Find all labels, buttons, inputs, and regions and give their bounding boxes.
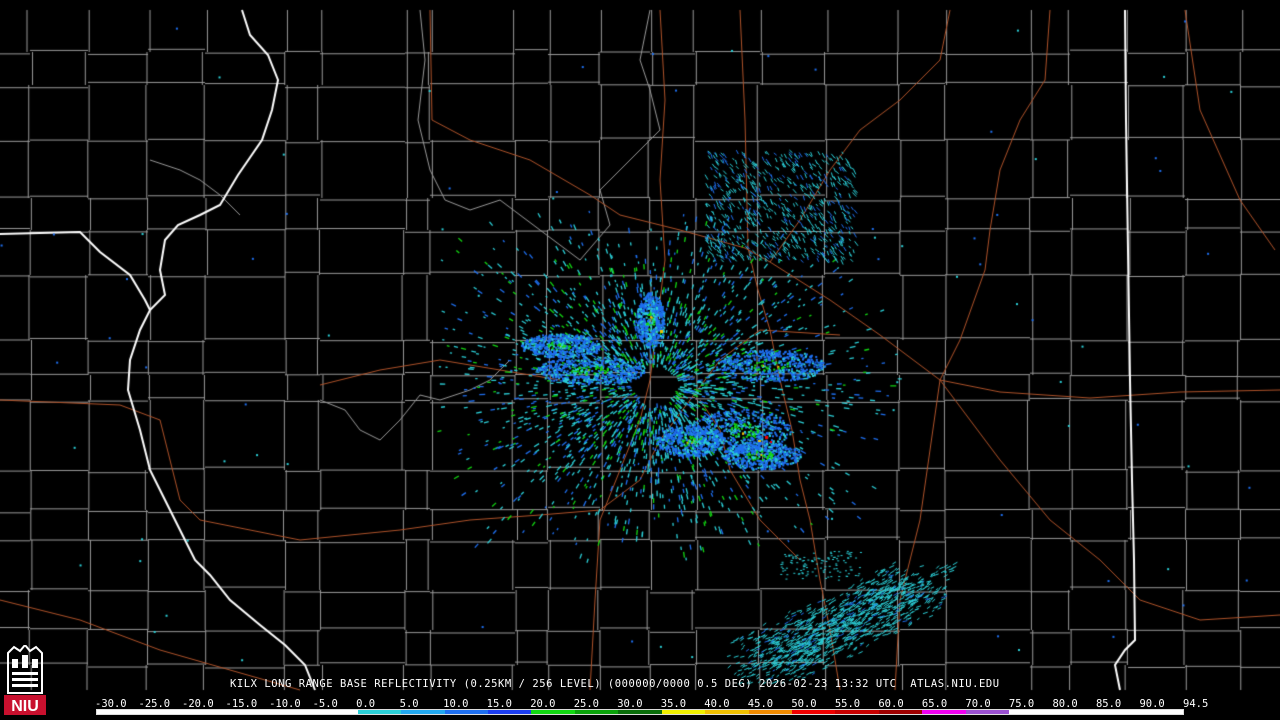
colorbar-segment — [705, 710, 749, 714]
colorbar-segment — [835, 710, 879, 714]
colorbar-segment — [922, 710, 966, 714]
colorbar-segment — [444, 710, 488, 714]
niu-tower-logo: NIU — [4, 645, 46, 715]
colorbar-segment — [140, 710, 184, 714]
colorbar-segment — [357, 710, 402, 714]
colorbar-segment — [748, 710, 792, 714]
colorbar-segment — [1096, 710, 1140, 714]
colorbar-segment — [661, 710, 706, 714]
logo-text: NIU — [11, 698, 39, 715]
radar-map — [0, 0, 1280, 720]
colorbar-segment — [314, 710, 358, 714]
colorbar-segment — [487, 710, 532, 714]
colorbar-segment — [574, 710, 619, 714]
reflectivity-colorbar — [96, 709, 1184, 715]
colorbar-segment — [965, 710, 1010, 714]
colorbar-segment — [183, 710, 228, 714]
colorbar-segment — [531, 710, 575, 714]
product-header: KILX LONG RANGE BASE REFLECTIVITY (0.25K… — [230, 678, 1000, 690]
colorbar-segment — [1009, 710, 1053, 714]
colorbar-segment — [792, 710, 836, 714]
colorbar-segment — [401, 710, 445, 714]
colorbar-segment — [227, 710, 271, 714]
colorbar-segment — [1052, 710, 1097, 714]
colorbar-segment — [97, 710, 141, 714]
colorbar-segment — [1139, 710, 1183, 714]
colorbar-segment — [618, 710, 662, 714]
scale-label: 94.5 — [1183, 698, 1209, 710]
colorbar-segment — [270, 710, 315, 714]
colorbar-segment — [878, 710, 923, 714]
